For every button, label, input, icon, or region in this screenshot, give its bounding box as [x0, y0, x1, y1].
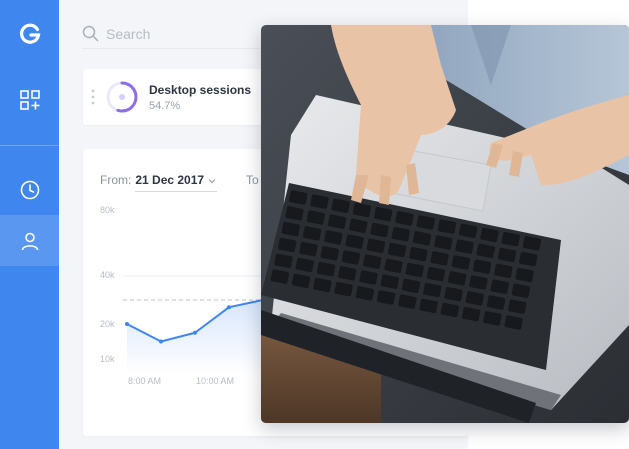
- sidebar-divider: [0, 145, 59, 146]
- data-point: [193, 330, 197, 335]
- laptop-photo: [261, 25, 629, 423]
- user-icon: [21, 232, 38, 250]
- more-vertical-icon[interactable]: [91, 89, 95, 105]
- sessions-card: Desktop sessions 54.7%: [83, 69, 263, 125]
- y-tick-label: 80k: [100, 205, 115, 215]
- data-point: [159, 339, 163, 344]
- x-tick-label: 10:00 AM: [196, 376, 235, 386]
- sidebar-item-profile[interactable]: [0, 215, 59, 266]
- sidebar: [0, 0, 59, 449]
- data-point: [227, 305, 231, 310]
- search-input[interactable]: Search: [106, 26, 150, 42]
- search-icon: [82, 25, 99, 42]
- clock-icon: [20, 180, 39, 200]
- sessions-title: Desktop sessions: [149, 83, 252, 97]
- sidebar-item-history[interactable]: [0, 168, 59, 212]
- y-tick-label: 10k: [100, 354, 115, 364]
- y-tick-label: 40k: [100, 270, 115, 280]
- laptop-photo-illustration: [261, 25, 629, 423]
- y-tick-label: 20k: [100, 319, 115, 329]
- sessions-donut-icon: [106, 81, 138, 113]
- apps-add-icon: [19, 90, 40, 110]
- x-tick-label: 8:00 AM: [128, 376, 162, 386]
- sidebar-item-apps[interactable]: [0, 78, 59, 122]
- g-logo-icon: [19, 23, 40, 44]
- sessions-value: 54.7%: [149, 100, 181, 112]
- data-point: [125, 322, 129, 326]
- logo[interactable]: [0, 14, 59, 54]
